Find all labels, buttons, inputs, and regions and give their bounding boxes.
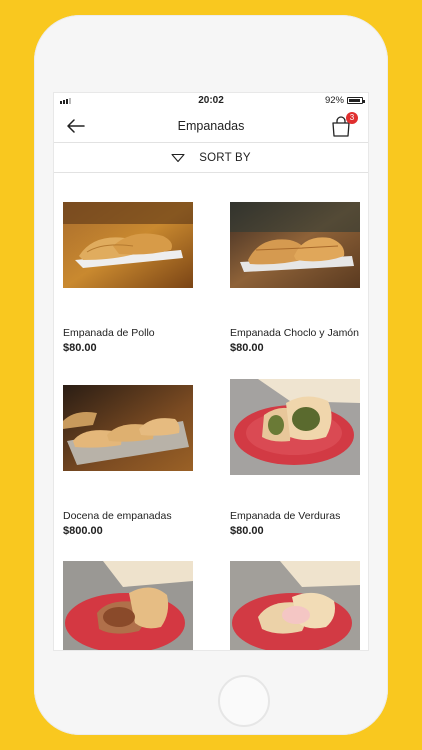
arrow-left-icon (67, 119, 85, 133)
cart-button[interactable]: 3 (330, 112, 358, 137)
product-price: $80.00 (63, 342, 97, 354)
home-button[interactable] (218, 675, 270, 727)
product-photo (63, 561, 193, 650)
product-name: Empanada Choclo y Jamón (230, 327, 359, 339)
app-screen: 20:02 92% Empanadas 3 SORT BY Empanada d… (53, 92, 369, 651)
product-name: Docena de empanadas (63, 510, 172, 522)
product-price: $80.00 (230, 342, 264, 354)
product-card[interactable] (63, 561, 193, 650)
product-card[interactable]: Empanada de Pollo $80.00 (63, 202, 193, 354)
product-price: $80.00 (230, 525, 264, 537)
battery-percentage: 92% (324, 95, 344, 106)
status-time: 20:02 (198, 95, 224, 106)
back-button[interactable] (64, 116, 88, 136)
product-card[interactable] (230, 561, 360, 650)
product-photo (63, 385, 193, 471)
sort-by-label: SORT BY (199, 151, 251, 164)
navigation-bar: Empanadas 3 (54, 109, 368, 143)
product-name: Empanada de Verduras (230, 510, 341, 522)
product-photo (230, 202, 360, 288)
product-name: Empanada de Pollo (63, 327, 155, 339)
status-bar: 20:02 92% (54, 93, 368, 109)
product-photo (63, 202, 193, 288)
product-price: $800.00 (63, 525, 103, 537)
product-photo (230, 379, 360, 475)
triangle-down-icon (171, 153, 185, 162)
product-card[interactable]: Empanada de Verduras $80.00 (230, 379, 360, 537)
page-title: Empanadas (177, 118, 245, 133)
product-photo (230, 561, 360, 650)
cart-count-badge: 3 (346, 112, 358, 124)
battery-icon (347, 97, 365, 104)
product-card[interactable]: Empanada Choclo y Jamón $80.00 (230, 202, 360, 354)
sort-by-button[interactable]: SORT BY (54, 143, 368, 173)
product-card[interactable]: Docena de empanadas $800.00 (63, 385, 193, 537)
